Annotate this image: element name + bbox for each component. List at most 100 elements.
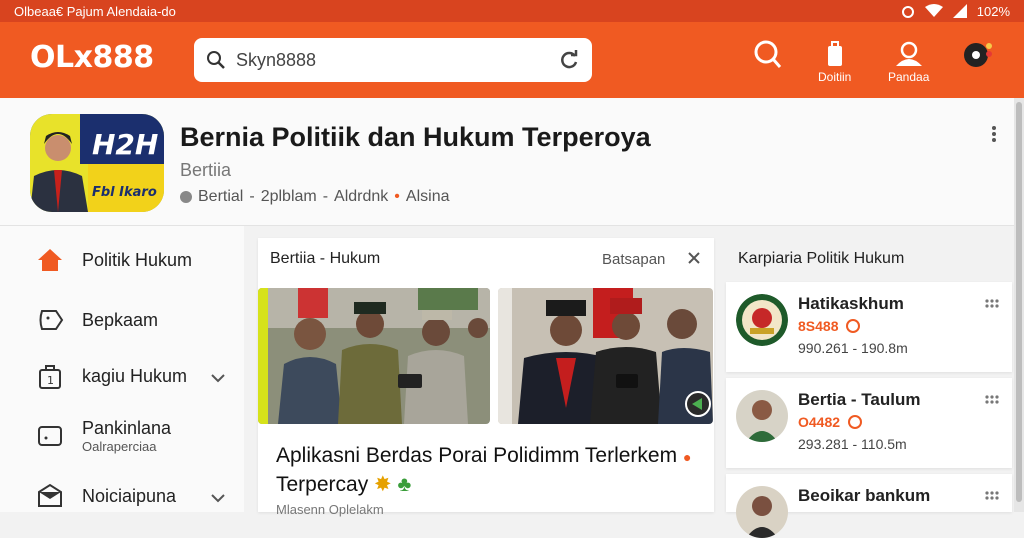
- sidebar-item-label: Noiciaipuna: [82, 485, 177, 506]
- info-icon: [846, 319, 861, 333]
- header-bag-button[interactable]: Doitiin: [818, 40, 851, 84]
- search-input[interactable]: [236, 49, 558, 71]
- meta-item: Aldrdnk: [334, 188, 389, 205]
- more-dots-icon[interactable]: [984, 394, 1000, 404]
- refresh-icon[interactable]: [558, 49, 580, 71]
- header-btn-label: Pandaa: [888, 70, 930, 84]
- list-item[interactable]: Hatikaskhum 8S488 990.261 - 190.8m: [726, 282, 1012, 372]
- news-byline: Mlasenn Oplelakm: [276, 502, 384, 517]
- app-header: OLx888 Doitiin Pandaa: [0, 22, 1024, 98]
- leaf-icon: ♣: [397, 473, 412, 496]
- news-card[interactable]: Bertiia - Hukum Batsapan Aplikasni Berda…: [258, 238, 714, 517]
- item-name: Hatikaskhum: [798, 294, 904, 313]
- channel-title: Bernia Politiik dan Hukum Terperoya: [180, 122, 651, 152]
- scrollbar-thumb[interactable]: [1016, 102, 1022, 502]
- header-user-button[interactable]: Pandaa: [888, 40, 929, 84]
- headline-line-2: Terpercay: [276, 473, 369, 496]
- close-icon[interactable]: [686, 250, 702, 266]
- scrollbar[interactable]: [1014, 98, 1024, 512]
- wifi-icon: [924, 4, 943, 17]
- search-bar[interactable]: [194, 38, 592, 82]
- sidebar-item-label: Politik Hukum: [82, 249, 193, 270]
- info-icon: [848, 415, 863, 429]
- bag-icon: [827, 41, 842, 66]
- item-count: 293.281 - 110.5m: [798, 436, 907, 452]
- user-icon: [895, 41, 922, 66]
- search-icon: [754, 40, 782, 68]
- status-bar: Olbeaa€ Pajum Alendaia-do 102%: [0, 0, 1024, 22]
- sparkle-icon: ✸: [374, 473, 392, 496]
- note-icon: [38, 426, 62, 446]
- avatar-image: H2H Fbl Ikaro: [30, 114, 164, 212]
- sidebar-item-sublabel: Oalraperciaa: [82, 439, 157, 454]
- header-btn-label: Doitiin: [818, 70, 852, 84]
- item-name: Bertia - Taulum: [798, 390, 921, 409]
- channel-avatar[interactable]: H2H Fbl Ikaro: [30, 114, 164, 212]
- news-headline[interactable]: Aplikasni Berdas Porai Polidimm Terlerke…: [276, 442, 696, 499]
- alarm-icon: [901, 6, 914, 18]
- bullet-icon: ●: [682, 449, 692, 465]
- chevron-down-icon[interactable]: [210, 492, 226, 504]
- item-name: Beoikar bankum: [798, 486, 931, 505]
- bag-icon: 1: [39, 365, 61, 389]
- item-count: 990.261 - 190.8m: [798, 340, 908, 356]
- person-avatar: [736, 486, 788, 538]
- meta-separator: •: [394, 188, 400, 205]
- meta-item: 2plblam: [260, 188, 317, 205]
- list-item[interactable]: Beoikar bankum: [726, 474, 1012, 538]
- app-logo[interactable]: OLx888: [30, 40, 154, 75]
- mail-icon: [38, 483, 62, 507]
- card-header-title: Bertiia - Hukum: [270, 250, 381, 267]
- status-text: Olbeaa€ Pajum Alendaia-do: [14, 3, 176, 19]
- news-photo-2[interactable]: [498, 288, 713, 424]
- meta-separator: -: [322, 188, 329, 205]
- channel-profile: H2H Fbl Ikaro Bernia Politiik dan Hukum …: [0, 98, 1014, 226]
- header-chat-button[interactable]: [962, 40, 994, 70]
- sidebar-item-label: Pankinlana: [82, 418, 172, 438]
- news-photo-1[interactable]: [258, 288, 490, 424]
- header-search-button[interactable]: [752, 40, 784, 70]
- item-code-text: O4482: [798, 414, 841, 430]
- verified-icon: [180, 191, 192, 203]
- news-image: [258, 288, 490, 424]
- chevron-down-icon[interactable]: [210, 372, 226, 384]
- battery-label: 102%: [976, 3, 1010, 19]
- more-dots-icon[interactable]: [984, 490, 1000, 500]
- sidebar-item-pankinlana[interactable]: Pankinlana Oalraperciaa: [36, 418, 171, 454]
- channel-meta: Bertial - 2plblam - Aldrdnk • Alsina: [180, 188, 449, 206]
- signal-icon: [952, 4, 967, 18]
- search-icon: [207, 51, 225, 69]
- more-options-icon[interactable]: [988, 124, 1000, 144]
- panel-title: Karpiaria Politik Hukum: [738, 250, 905, 267]
- card-action-link[interactable]: Batsapan: [602, 251, 665, 268]
- sidebar-item-kagiu-hukum[interactable]: 1 kagiu Hukum: [36, 362, 187, 390]
- sidebar-item-noiciaipuna[interactable]: Noiciaipuna: [36, 482, 176, 510]
- status-icons: 102%: [901, 4, 1010, 19]
- list-item[interactable]: Bertia - Taulum O4482 293.281 - 110.5m: [726, 378, 1012, 468]
- svg-text:1: 1: [47, 374, 54, 387]
- sidebar-item-bepkaam[interactable]: Bepkaam: [36, 306, 158, 334]
- avatar-text: Fbl Ikaro: [92, 185, 157, 200]
- home-icon: [38, 249, 62, 271]
- item-thumbnail: [736, 486, 788, 538]
- sidebar-item-politik-hukum[interactable]: Politik Hukum: [36, 246, 192, 274]
- emblem-icon: [736, 294, 788, 346]
- more-dots-icon[interactable]: [984, 298, 1000, 308]
- chat-icon: [964, 43, 992, 67]
- headline-line-1: Aplikasni Berdas Porai Polidimm Terlerke…: [276, 444, 678, 467]
- item-thumbnail: [736, 390, 788, 442]
- item-code: O4482: [798, 414, 863, 430]
- sidebar-item-label: kagiu Hukum: [82, 365, 188, 386]
- item-code-text: 8S488: [798, 318, 839, 334]
- meta-item: Alsina: [405, 188, 450, 205]
- meta-item: Bertial: [198, 188, 244, 205]
- tag-icon: [39, 310, 64, 330]
- channel-subtitle: Bertiia: [180, 160, 232, 180]
- avatar-text: H2H: [92, 128, 158, 161]
- meta-separator: -: [249, 188, 255, 205]
- item-thumbnail: [736, 294, 788, 346]
- sidebar-item-label: Bepkaam: [82, 309, 159, 330]
- person-avatar: [736, 390, 788, 442]
- trending-panel: Karpiaria Politik Hukum Hatikaskhum 8S48…: [726, 238, 1012, 538]
- item-code: 8S488: [798, 318, 861, 334]
